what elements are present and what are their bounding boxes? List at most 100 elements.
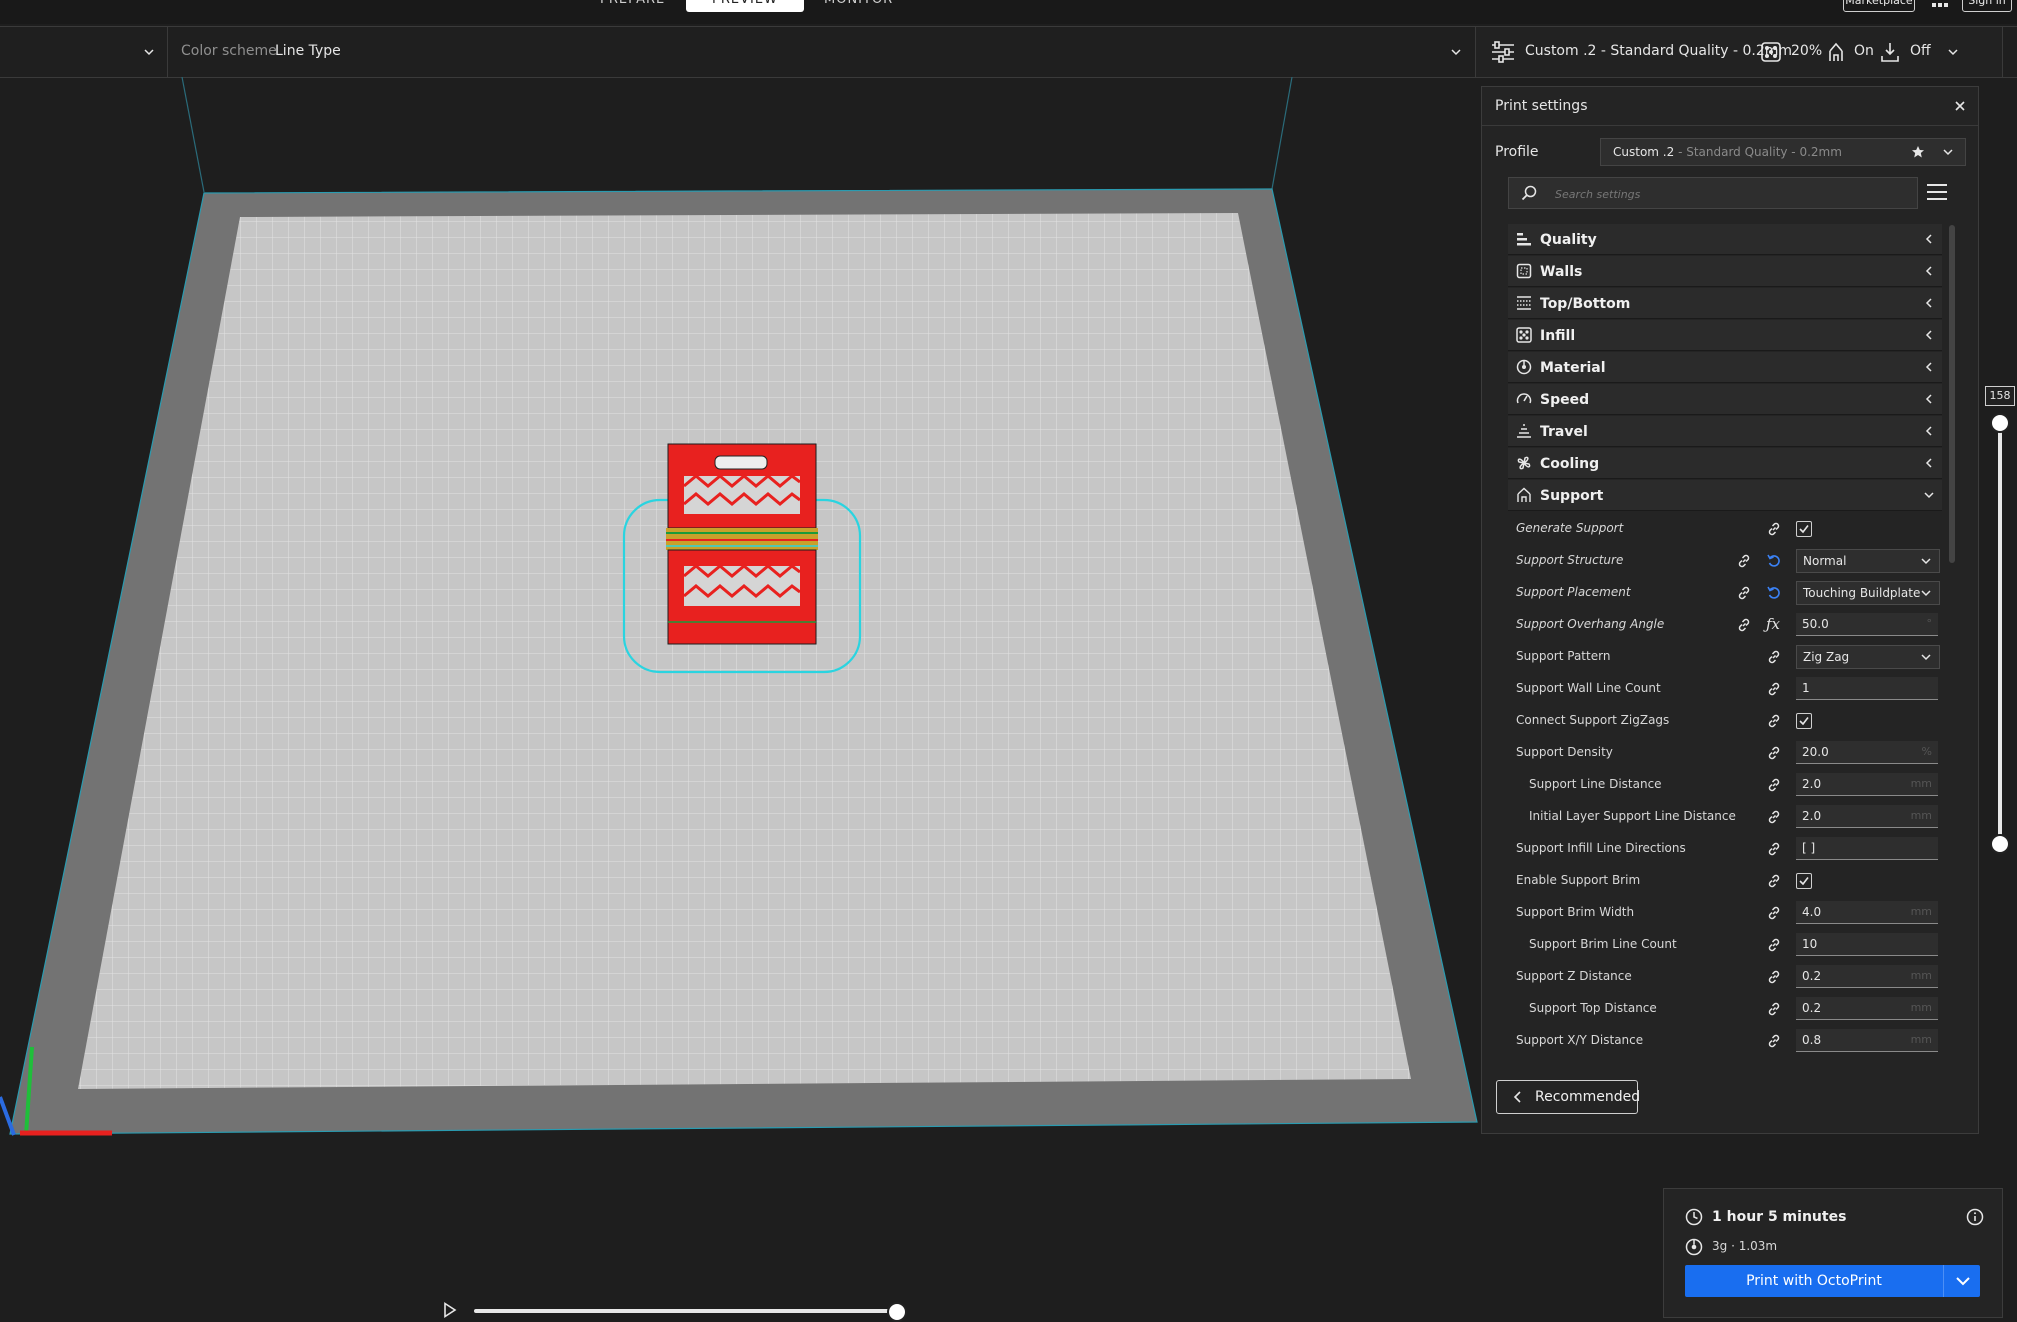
recommended-label: Recommended bbox=[1535, 1089, 1641, 1105]
support-z-distance-field[interactable]: 0.2 mm bbox=[1796, 965, 1938, 988]
print-options-dropdown[interactable] bbox=[1943, 1265, 1981, 1297]
function-icon[interactable]: ƒx bbox=[1766, 615, 1780, 633]
play-icon[interactable] bbox=[443, 1302, 457, 1318]
link-icon[interactable] bbox=[1766, 649, 1782, 665]
support-density-field[interactable]: 20.0 % bbox=[1796, 741, 1938, 764]
panel-header: Print settings bbox=[1482, 87, 1978, 126]
settings-scrollbar[interactable] bbox=[1949, 225, 1955, 563]
chevron-down-icon bbox=[1921, 654, 1931, 661]
select-value: Normal bbox=[1803, 554, 1847, 568]
link-icon[interactable] bbox=[1766, 1033, 1782, 1049]
category-label: Cooling bbox=[1540, 456, 1600, 472]
link-icon[interactable] bbox=[1766, 1001, 1782, 1017]
category-travel[interactable]: Travel bbox=[1508, 416, 1942, 447]
support-top-distance-field[interactable]: 0.2 mm bbox=[1796, 997, 1938, 1020]
setting-support-brim-line-count: Support Brim Line Count 10 bbox=[1508, 928, 1942, 960]
view-type-dropdown[interactable] bbox=[0, 27, 168, 77]
tab-prepare[interactable]: PREPARE bbox=[600, 0, 665, 12]
timeline-slider-handle[interactable] bbox=[887, 1302, 907, 1322]
link-icon[interactable] bbox=[1766, 521, 1782, 537]
layer-number-input[interactable]: 158 bbox=[1985, 386, 2015, 406]
field-unit: mm bbox=[1910, 969, 1932, 982]
link-icon[interactable] bbox=[1766, 713, 1782, 729]
setting-support-z-distance: Support Z Distance 0.2 mm bbox=[1508, 960, 1942, 992]
link-icon[interactable] bbox=[1766, 745, 1782, 761]
profile-detail: - Standard Quality - 0.2mm bbox=[1674, 145, 1842, 159]
checkbox[interactable] bbox=[1796, 713, 1812, 729]
profile-dropdown[interactable]: Custom .2 - Standard Quality - 0.2mm bbox=[1600, 138, 1966, 166]
recommended-button[interactable]: Recommended bbox=[1496, 1080, 1641, 1114]
category-label: Speed bbox=[1540, 392, 1590, 408]
category-infill[interactable]: Infill bbox=[1508, 320, 1942, 351]
info-icon[interactable] bbox=[1966, 1208, 1984, 1226]
support-pattern-select[interactable]: Zig Zag bbox=[1796, 645, 1940, 669]
link-icon[interactable] bbox=[1766, 873, 1782, 889]
setting-support-xy-distance: Support X/Y Distance 0.8 mm bbox=[1508, 1024, 1942, 1056]
category-material[interactable]: Material bbox=[1508, 352, 1942, 383]
field-value: 2.0 bbox=[1802, 809, 1822, 823]
apps-grid-icon[interactable] bbox=[1930, 0, 1950, 8]
category-walls[interactable]: Walls bbox=[1508, 256, 1942, 287]
sign-in-button[interactable]: Sign in bbox=[1962, 0, 2012, 12]
search-input[interactable] bbox=[1553, 184, 1907, 204]
tab-preview[interactable]: PREVIEW bbox=[686, 0, 804, 12]
tab-monitor[interactable]: MONITOR bbox=[824, 0, 893, 12]
field-unit: ° bbox=[1926, 617, 1933, 630]
layer-slider-top-handle[interactable] bbox=[1990, 413, 2010, 433]
print-setup-selector[interactable]: Custom .2 - Standard Quality - 0.2mm 20%… bbox=[1475, 27, 2003, 77]
link-icon[interactable] bbox=[1766, 905, 1782, 921]
marketplace-button[interactable]: Marketplace bbox=[1843, 0, 1915, 12]
link-icon[interactable] bbox=[1766, 937, 1782, 953]
link-icon[interactable] bbox=[1736, 553, 1752, 569]
reset-icon[interactable] bbox=[1766, 553, 1782, 569]
reset-icon[interactable] bbox=[1766, 585, 1782, 601]
link-icon[interactable] bbox=[1736, 585, 1752, 601]
support-placement-select[interactable]: Touching Buildplate bbox=[1796, 581, 1940, 605]
category-quality[interactable]: Quality bbox=[1508, 224, 1942, 255]
support-overhang-angle-field[interactable]: 50.0 ° bbox=[1796, 613, 1938, 636]
support-brim-width-field[interactable]: 4.0 mm bbox=[1796, 901, 1938, 924]
link-icon[interactable] bbox=[1736, 617, 1752, 633]
link-icon[interactable] bbox=[1766, 777, 1782, 793]
category-support[interactable]: Support bbox=[1508, 480, 1942, 511]
category-top-bottom[interactable]: Top/Bottom bbox=[1508, 288, 1942, 319]
timeline-slider-track[interactable] bbox=[474, 1309, 896, 1313]
adhesion-status: Off bbox=[1910, 43, 1931, 59]
print-with-octoprint-button[interactable]: Print with OctoPrint bbox=[1685, 1265, 1980, 1297]
support-xy-distance-field[interactable]: 0.8 mm bbox=[1796, 1029, 1938, 1052]
model-crate bbox=[666, 443, 818, 645]
quality-icon bbox=[1517, 233, 1531, 246]
initial-layer-support-line-distance-field[interactable]: 2.0 mm bbox=[1796, 805, 1938, 828]
support-structure-select[interactable]: Normal bbox=[1796, 549, 1940, 573]
support-brim-line-count-field[interactable]: 10 bbox=[1796, 933, 1938, 956]
star-icon[interactable] bbox=[1911, 145, 1925, 159]
checkbox[interactable] bbox=[1796, 521, 1812, 537]
hamburger-menu-icon[interactable] bbox=[1926, 182, 1948, 202]
link-icon[interactable] bbox=[1766, 681, 1782, 697]
topbottom-icon bbox=[1517, 296, 1531, 310]
support-line-distance-field[interactable]: 2.0 mm bbox=[1796, 773, 1938, 796]
setting-support-pattern: Support Pattern Zig Zag bbox=[1508, 640, 1942, 672]
setting-support-overhang-angle: Support Overhang Angle ƒx 50.0 ° bbox=[1508, 608, 1942, 640]
layer-slider-bottom-handle[interactable] bbox=[1990, 834, 2010, 854]
setting-enable-support-brim: Enable Support Brim bbox=[1508, 864, 1942, 896]
link-icon[interactable] bbox=[1766, 809, 1782, 825]
support-wall-line-count-field[interactable]: 1 bbox=[1796, 677, 1938, 700]
profile-name: Custom .2 bbox=[1613, 145, 1675, 159]
layer-slider-track[interactable] bbox=[1998, 420, 2002, 844]
support-infill-line-directions-field[interactable]: [ ] bbox=[1796, 837, 1938, 860]
category-speed[interactable]: Speed bbox=[1508, 384, 1942, 415]
chevron-left-icon bbox=[1925, 330, 1932, 340]
material-spool-icon bbox=[1685, 1238, 1703, 1256]
category-cooling[interactable]: Cooling bbox=[1508, 448, 1942, 479]
close-icon[interactable] bbox=[1954, 100, 1966, 112]
checkbox[interactable] bbox=[1796, 873, 1812, 889]
chevron-left-icon bbox=[1925, 298, 1932, 308]
color-scheme-dropdown[interactable]: Color scheme Line Type bbox=[168, 27, 1474, 77]
setting-initial-layer-support-line-distance: Initial Layer Support Line Distance 2.0 … bbox=[1508, 800, 1942, 832]
chevron-left-icon bbox=[1925, 394, 1932, 404]
link-icon[interactable] bbox=[1766, 969, 1782, 985]
link-icon[interactable] bbox=[1766, 841, 1782, 857]
profile-label: Profile bbox=[1495, 144, 1539, 160]
support-icon bbox=[1517, 487, 1531, 502]
